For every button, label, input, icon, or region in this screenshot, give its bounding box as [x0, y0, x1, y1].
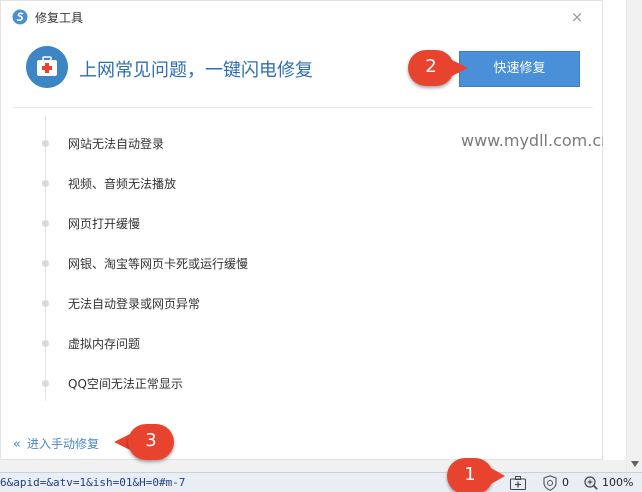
annotation-marker-2: 2 [408, 50, 472, 86]
marker-pointer [452, 60, 468, 76]
shield-icon[interactable] [543, 475, 557, 491]
quick-fix-button[interactable]: 快速修复 [459, 51, 580, 87]
issue-item: 网页打开缓慢 [1, 213, 441, 233]
first-aid-kit-icon [26, 46, 68, 88]
annotation-marker-3: 3 [114, 424, 178, 460]
divider [13, 107, 593, 108]
app-logo-icon [12, 9, 28, 25]
issue-label: QQ空间无法正常显示 [68, 377, 183, 391]
browser-page: 修复工具 × 上网常见问题，一键闪电修复 快速修复 网站无法自动登录 视频、音频… [0, 0, 642, 492]
issue-item: 无法自动登录或网页异常 [1, 293, 441, 313]
issue-item: 视频、音频无法播放 [1, 173, 441, 193]
status-url-text: 6&apid=&atv=1&ish=01&H=0#m-7 [0, 476, 186, 489]
issue-item: 虚拟内存问题 [1, 333, 441, 353]
bullet-dot [42, 140, 49, 147]
marker-number: 2 [425, 56, 437, 77]
issue-label: 网银、淘宝等网页卡死或运行缓慢 [68, 257, 249, 271]
annotation-marker-1: 1 [447, 458, 509, 492]
scroll-down-arrow-icon[interactable] [630, 460, 640, 468]
window-title: 修复工具 [35, 11, 84, 25]
marker-number: 1 [464, 464, 476, 485]
bullet-dot [42, 300, 49, 307]
manual-repair-link[interactable]: « 进入手动修复 [13, 433, 99, 452]
title-bar: 修复工具 × [1, 1, 604, 33]
repair-toolbox-icon[interactable] [510, 476, 526, 490]
issue-item: QQ空间无法正常显示 [1, 373, 441, 393]
marker-number: 3 [145, 430, 157, 451]
bullet-dot [42, 180, 49, 187]
bullet-dot [42, 260, 49, 267]
issue-label: 网页打开缓慢 [68, 217, 141, 231]
zoom-level[interactable]: 100% [602, 476, 633, 489]
bullet-dot [42, 380, 49, 387]
vertical-scrollbar[interactable] [626, 0, 642, 472]
issue-label: 无法自动登录或网页异常 [68, 297, 201, 311]
manual-repair-label: 进入手动修复 [26, 437, 99, 451]
repair-tool-dialog: 修复工具 × 上网常见问题，一键闪电修复 快速修复 网站无法自动登录 视频、音频… [0, 0, 611, 460]
issue-label: 视频、音频无法播放 [68, 177, 177, 191]
bullet-dot [42, 220, 49, 227]
issue-label: 虚拟内存问题 [68, 337, 141, 351]
watermark-text: www.mydll.com.cn [461, 131, 612, 150]
issue-item: 网站无法自动登录 [1, 133, 441, 153]
status-bar: 6&apid=&atv=1&ish=01&H=0#m-7 0 100% [0, 472, 642, 492]
double-chevron-left-icon: « [13, 437, 21, 452]
issue-item: 网银、淘宝等网页卡死或运行缓慢 [1, 253, 441, 273]
zoom-in-icon[interactable] [584, 476, 598, 490]
hero-headline: 上网常见问题，一键闪电修复 [79, 60, 313, 81]
shield-count: 0 [562, 476, 569, 489]
bullet-dot [42, 340, 49, 347]
marker-pointer [491, 468, 505, 484]
issue-label: 网站无法自动登录 [68, 137, 165, 151]
close-button[interactable]: × [569, 9, 585, 25]
